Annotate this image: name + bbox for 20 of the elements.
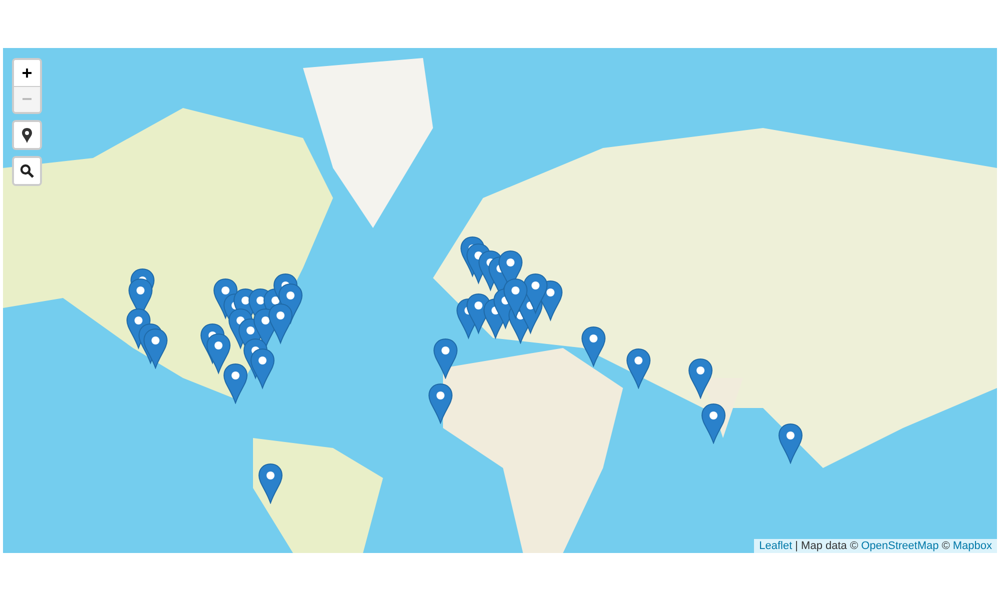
- marker-icon[interactable]: [258, 463, 283, 504]
- search-icon: [20, 164, 34, 178]
- map-pin-icon: [22, 128, 32, 142]
- marker-cluster-drawing[interactable]: [456, 236, 563, 344]
- attribution-link[interactable]: Mapbox: [952, 540, 992, 552]
- marker-icon[interactable]: [581, 326, 606, 367]
- attribution-text: | Map data ©: [795, 540, 858, 552]
- marker-icon[interactable]: [433, 338, 458, 379]
- marker-icon[interactable]: [701, 403, 726, 444]
- search-button[interactable]: [14, 158, 40, 184]
- marker-icon[interactable]: [688, 358, 713, 399]
- attribution-text: ©: [942, 540, 950, 552]
- marker-cluster-drawing[interactable]: [126, 268, 168, 369]
- marker-icon[interactable]: [428, 383, 453, 424]
- marker-cluster-drawing[interactable]: [200, 273, 303, 404]
- marker-icon[interactable]: [778, 423, 803, 464]
- attribution-link[interactable]: OpenStreetMap: [861, 540, 939, 552]
- locate-button[interactable]: [14, 122, 40, 148]
- attribution-link[interactable]: Leaflet: [759, 540, 792, 552]
- marker-icon[interactable]: [626, 348, 651, 389]
